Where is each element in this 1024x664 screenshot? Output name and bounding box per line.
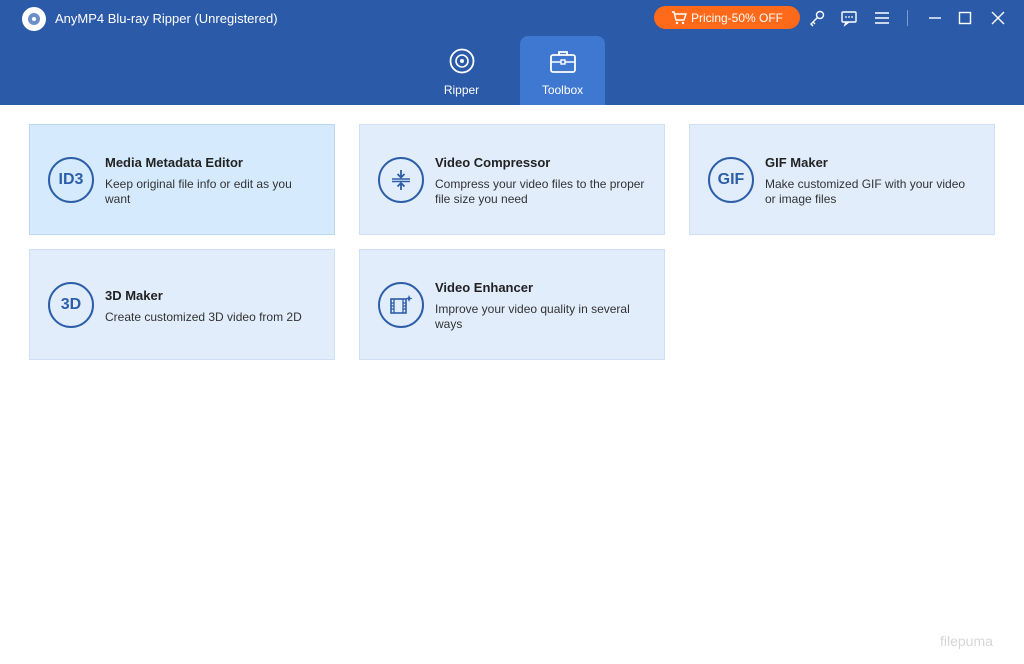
cart-icon bbox=[671, 10, 687, 24]
gif-icon: GIF bbox=[708, 157, 754, 203]
tool-card-3d-maker[interactable]: 3D 3D Maker Create customized 3D video f… bbox=[29, 249, 335, 360]
3d-icon: 3D bbox=[48, 282, 94, 328]
ripper-disc-icon bbox=[449, 48, 474, 74]
tool-card-video-compressor[interactable]: Video Compressor Compress your video fil… bbox=[359, 124, 665, 235]
key-icon[interactable] bbox=[807, 8, 827, 28]
tool-title: Media Metadata Editor bbox=[105, 155, 243, 170]
tab-ripper[interactable]: Ripper bbox=[419, 36, 504, 105]
title-bar: AnyMP4 Blu-ray Ripper (Unregistered) Pri… bbox=[0, 0, 1024, 105]
tab-ripper-label: Ripper bbox=[443, 83, 480, 97]
app-title: AnyMP4 Blu-ray Ripper (Unregistered) bbox=[55, 11, 278, 26]
tool-description: Improve your video quality in several wa… bbox=[435, 302, 630, 331]
pricing-button[interactable]: Pricing-50% OFF bbox=[654, 6, 800, 29]
compress-icon bbox=[378, 157, 424, 203]
tool-title: 3D Maker bbox=[105, 288, 163, 303]
close-icon[interactable] bbox=[988, 8, 1008, 28]
tool-title: Video Compressor bbox=[435, 155, 551, 170]
tool-title: GIF Maker bbox=[765, 155, 828, 170]
watermark: filepuma bbox=[940, 633, 993, 649]
tool-description: Make customized GIF with your video or i… bbox=[765, 177, 966, 206]
header-separator bbox=[907, 10, 908, 26]
minimize-icon[interactable] bbox=[925, 8, 945, 28]
id3-icon: ID3 bbox=[48, 157, 94, 203]
film-sparkle-icon bbox=[378, 282, 424, 328]
app-logo-icon bbox=[22, 7, 46, 31]
tool-card-media-metadata-editor[interactable]: ID3 Media Metadata Editor Keep original … bbox=[29, 124, 335, 235]
pricing-label: Pricing-50% OFF bbox=[690, 10, 784, 25]
tool-card-gif-maker[interactable]: GIF GIF Maker Make customized GIF with y… bbox=[689, 124, 995, 235]
tool-title: Video Enhancer bbox=[435, 280, 534, 295]
tool-description: Keep original file info or edit as you w… bbox=[105, 177, 292, 206]
tool-card-video-enhancer[interactable]: Video Enhancer Improve your video qualit… bbox=[359, 249, 665, 360]
tool-description: Create customized 3D video from 2D bbox=[105, 310, 302, 324]
toolbox-icon bbox=[549, 51, 576, 73]
chat-icon[interactable] bbox=[839, 8, 859, 28]
tab-toolbox[interactable]: Toolbox bbox=[520, 36, 605, 105]
maximize-icon[interactable] bbox=[955, 8, 975, 28]
tool-description: Compress your video files to the proper … bbox=[435, 177, 645, 206]
tab-toolbox-label: Toolbox bbox=[541, 83, 584, 97]
menu-icon[interactable] bbox=[872, 8, 892, 28]
